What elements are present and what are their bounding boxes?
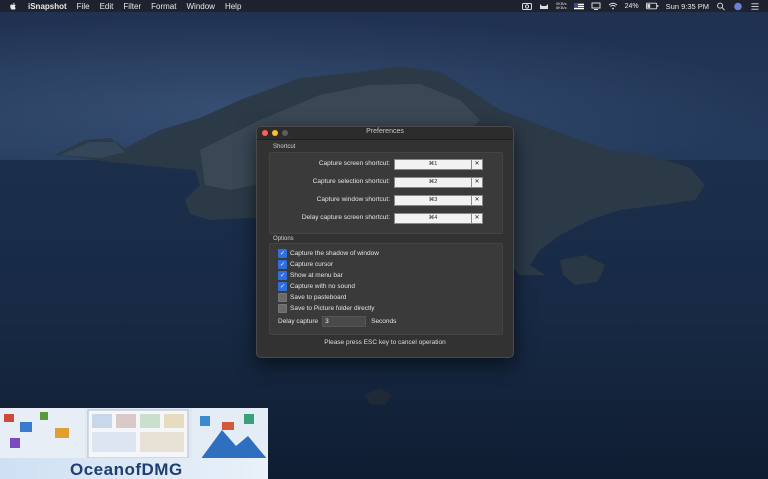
clear-shortcut-button[interactable]: ✕: [471, 195, 483, 206]
wifi-icon[interactable]: [608, 2, 618, 10]
window-title: Preferences: [366, 128, 404, 135]
menu-filter[interactable]: Filter: [123, 2, 141, 11]
network-speed[interactable]: 0KB/s 6KB/s: [556, 2, 567, 10]
clear-shortcut-button[interactable]: ✕: [471, 213, 483, 224]
delay-row: Delay capture 3 Seconds: [278, 316, 396, 327]
camera-icon[interactable]: [521, 2, 532, 10]
option-row[interactable]: Save to pasteboard: [278, 293, 346, 302]
preferences-window: Preferences Shortcut Capture screen shor…: [256, 126, 514, 358]
checkbox[interactable]: ✓: [278, 282, 287, 291]
checkbox[interactable]: [278, 293, 287, 302]
clock[interactable]: Sun 9:35 PM: [666, 2, 709, 11]
us-flag-icon[interactable]: [573, 2, 584, 10]
battery-icon[interactable]: [645, 2, 659, 10]
title-bar[interactable]: Preferences: [257, 127, 513, 140]
search-icon[interactable]: [716, 2, 726, 11]
menu-help[interactable]: Help: [225, 2, 241, 11]
checkbox[interactable]: ✓: [278, 260, 287, 269]
menu-format[interactable]: Format: [151, 2, 176, 11]
cat-icon[interactable]: [539, 2, 549, 10]
apple-icon[interactable]: [9, 2, 17, 11]
shortcut-row-window: Capture window shortcut: ⌘3 ✕: [270, 195, 502, 206]
option-label: Show at menu bar: [290, 272, 343, 279]
option-label: Capture cursor: [290, 261, 333, 268]
menu-file[interactable]: File: [77, 2, 90, 11]
option-label: Save to pasteboard: [290, 294, 347, 301]
checkbox[interactable]: ✓: [278, 249, 287, 258]
cancel-hint: Please press ESC key to cancel operation: [324, 339, 446, 346]
option-row[interactable]: ✓ Capture with no sound: [278, 282, 355, 291]
shortcut-label: Capture selection shortcut:: [312, 178, 390, 185]
clear-shortcut-button[interactable]: ✕: [471, 159, 483, 170]
watermark: OceanofDMG: [0, 408, 268, 479]
menu-window[interactable]: Window: [186, 2, 214, 11]
menu-edit[interactable]: Edit: [100, 2, 114, 11]
shortcut-label: Delay capture screen shortcut:: [301, 214, 390, 221]
notification-center-icon[interactable]: [750, 2, 760, 11]
shortcut-row-screen: Capture screen shortcut: ⌘1 ✕: [270, 159, 502, 170]
shortcut-label: Capture window shortcut:: [316, 196, 390, 203]
shortcut-field-selection[interactable]: ⌘2: [394, 177, 472, 188]
shortcut-row-delay: Delay capture screen shortcut: ⌘4 ✕: [270, 213, 502, 224]
shortcut-field-screen[interactable]: ⌘1: [394, 159, 472, 170]
delay-capture-label: Delay capture: [278, 318, 319, 325]
shortcut-label: Capture screen shortcut:: [318, 160, 390, 167]
option-label: Capture with no sound: [290, 283, 356, 290]
shortcut-row-selection: Capture selection shortcut: ⌘2 ✕: [270, 177, 502, 188]
checkbox[interactable]: [278, 304, 287, 313]
shortcut-field-window[interactable]: ⌘3: [394, 195, 472, 206]
watermark-collage: [0, 408, 268, 460]
shortcut-field-delay[interactable]: ⌘4: [394, 213, 472, 224]
battery-percent[interactable]: 24%: [625, 3, 639, 10]
option-row[interactable]: ✓ Show at menu bar: [278, 271, 343, 280]
shortcut-section-label: Shortcut: [273, 144, 296, 150]
net-down: 6KB/s: [555, 5, 567, 10]
siri-icon[interactable]: [733, 2, 743, 11]
menu-bar: iSnapshot File Edit Filter Format Window…: [0, 0, 768, 12]
option-row[interactable]: Save to Picture folder directly: [278, 304, 375, 313]
option-label: Save to Picture folder directly: [290, 305, 375, 312]
display-icon[interactable]: [591, 2, 601, 10]
clear-shortcut-button[interactable]: ✕: [471, 177, 483, 188]
seconds-label: Seconds: [371, 318, 397, 325]
shortcut-panel: Capture screen shortcut: ⌘1 ✕ Capture se…: [269, 152, 503, 234]
options-panel: ✓ Capture the shadow of window ✓ Capture…: [269, 243, 503, 335]
watermark-text: OceanofDMG: [70, 460, 183, 479]
option-row[interactable]: ✓ Capture cursor: [278, 260, 333, 269]
menu-app-name[interactable]: iSnapshot: [28, 2, 67, 11]
checkbox[interactable]: ✓: [278, 271, 287, 280]
status-area: 0KB/s 6KB/s 24% Sun 9:35 PM: [521, 0, 760, 12]
options-section-label: Options: [273, 236, 294, 242]
option-row[interactable]: ✓ Capture the shadow of window: [278, 249, 379, 258]
delay-seconds-input[interactable]: 3: [322, 316, 367, 327]
option-label: Capture the shadow of window: [290, 250, 379, 257]
